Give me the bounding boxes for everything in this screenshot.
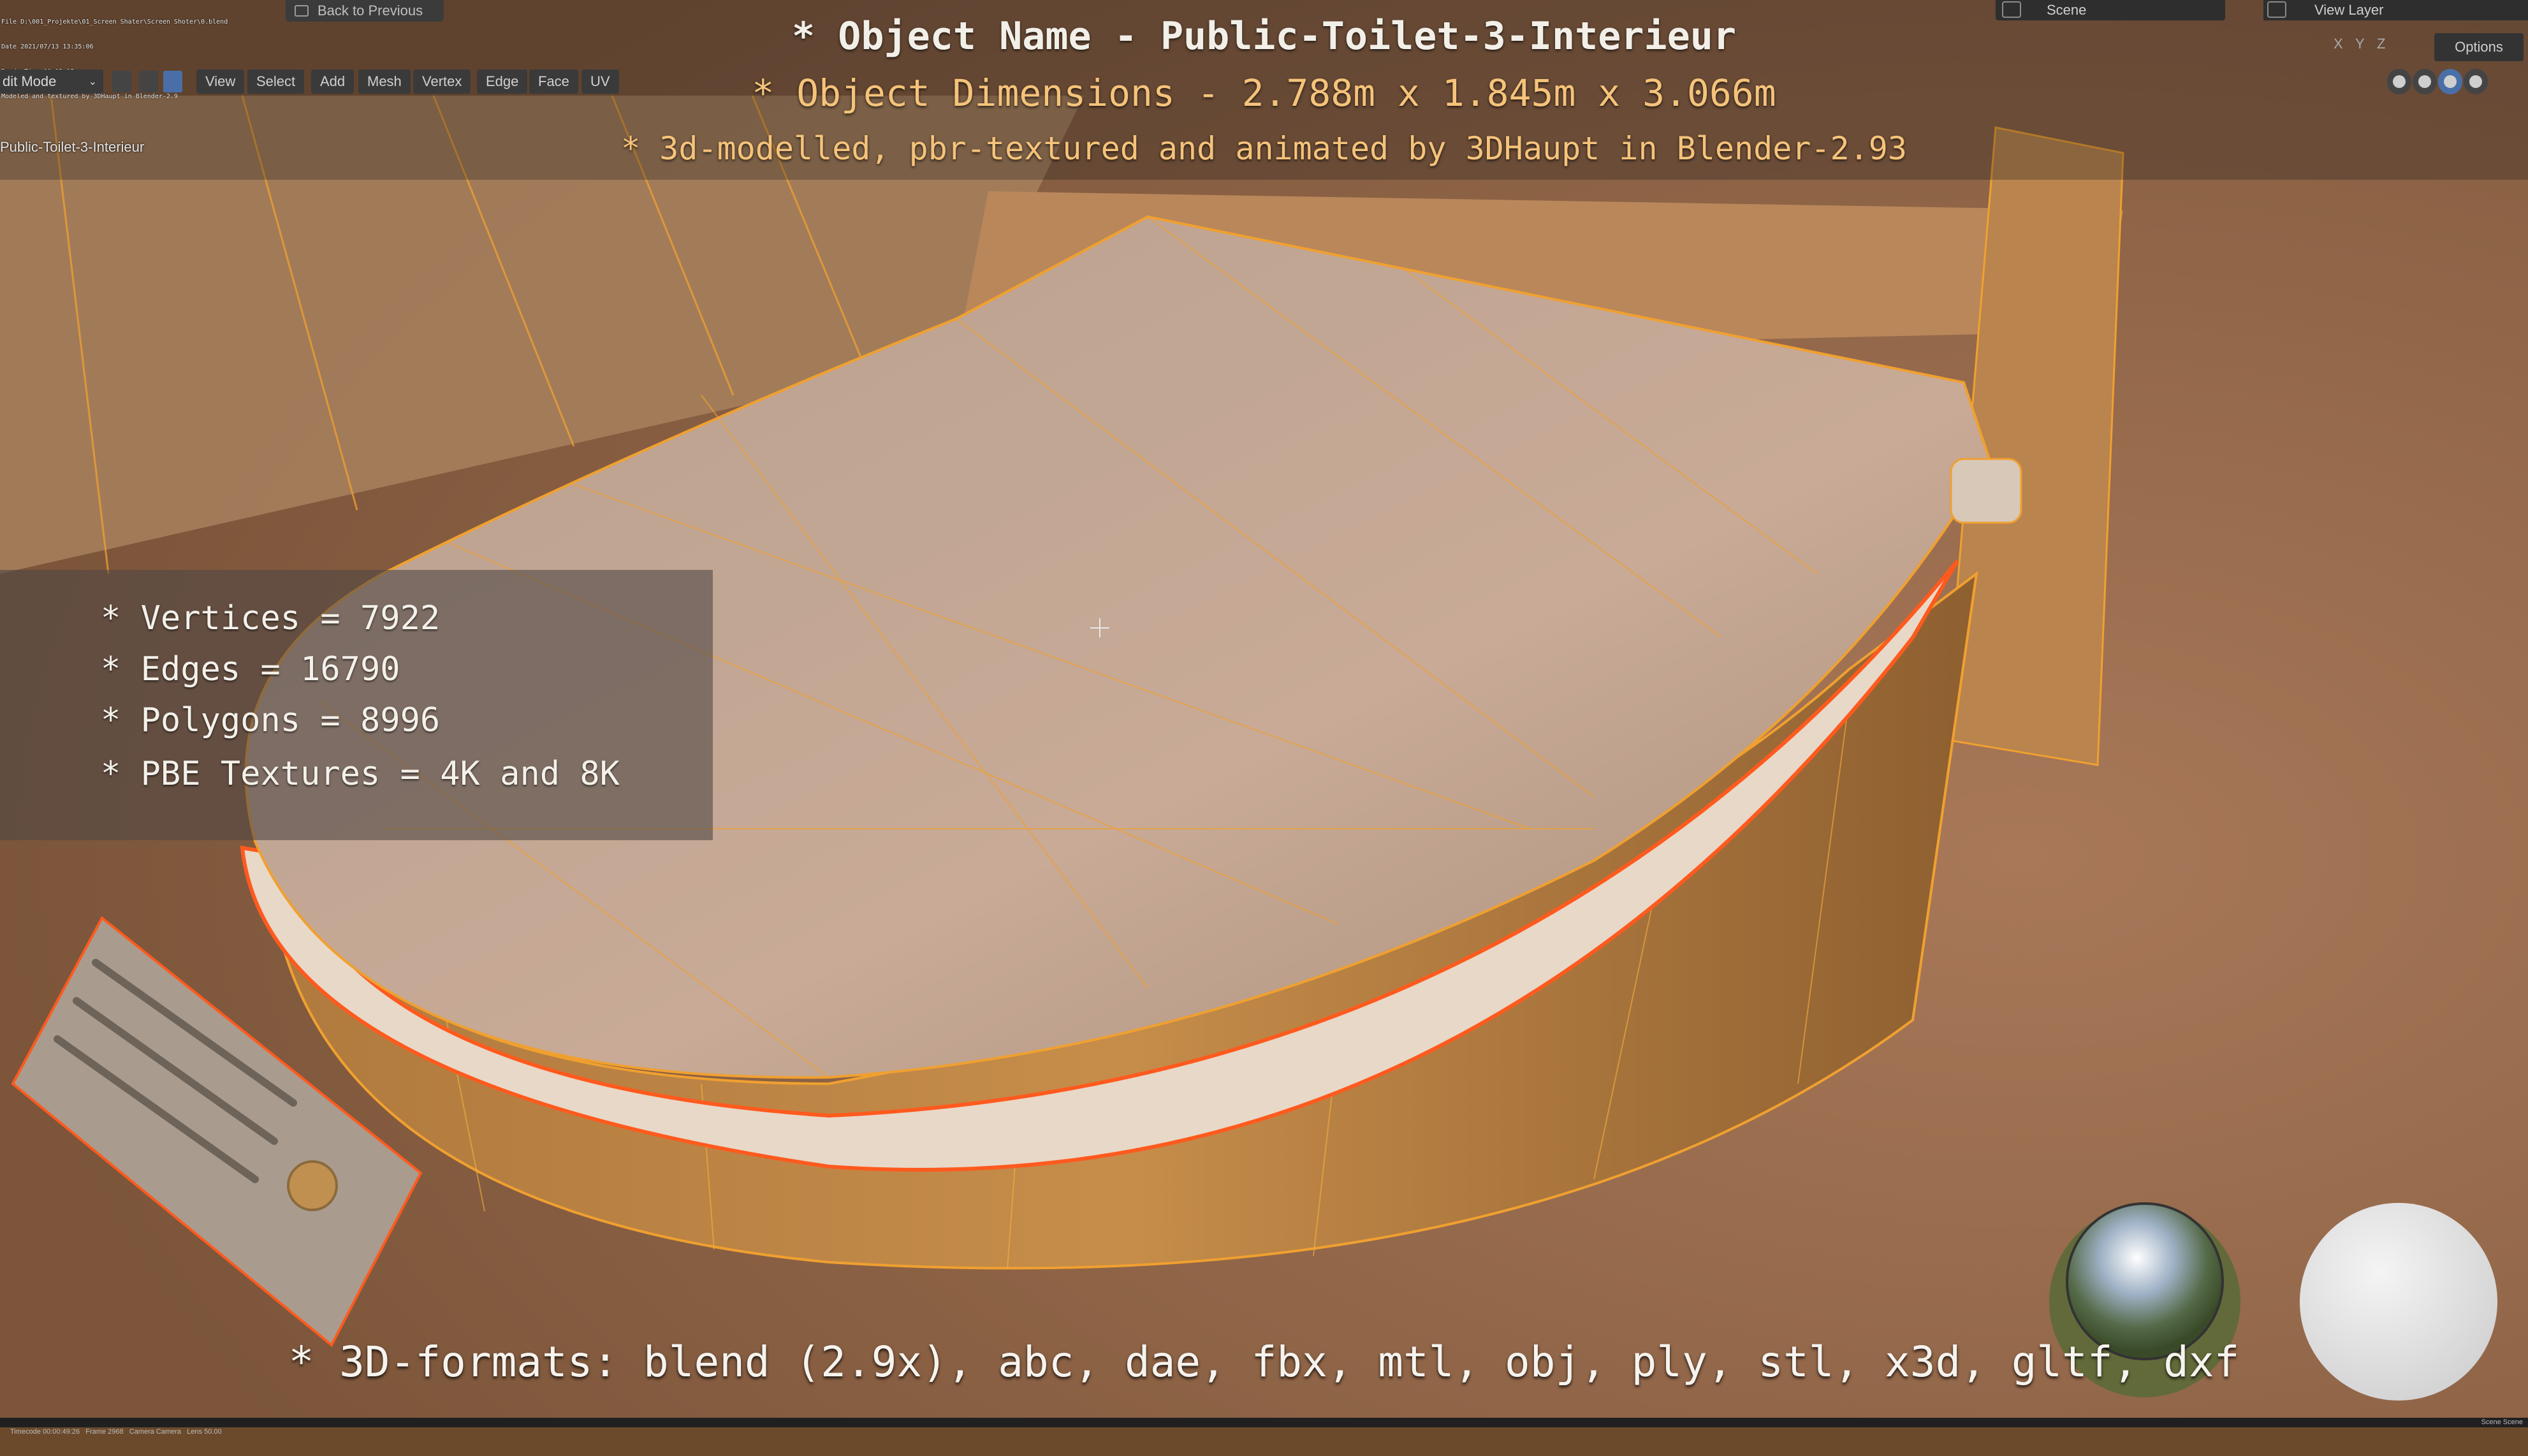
status-bar: Timecode 00:00:49:26 Frame 2968 Camera C… bbox=[0, 1418, 2528, 1436]
formats-text: * 3D-formats: blend (2.9x), abc, dae, fb… bbox=[288, 1337, 2240, 1387]
object-name-text: * Object Name - Public-Toilet-3-Interieu… bbox=[791, 14, 1737, 59]
object-dimensions-text: * Object Dimensions - 2.788m x 1.845m x … bbox=[752, 71, 1776, 115]
credits-text: * 3d-modelled, pbr-textured and animated… bbox=[621, 130, 1907, 167]
stat-edges: * Edges = 16790 bbox=[101, 650, 400, 688]
stat-polygons: * Polygons = 8996 bbox=[101, 701, 441, 739]
stats-panel: * Vertices = 7922 * Edges = 16790 * Poly… bbox=[0, 570, 713, 840]
cursor-crosshair-icon[interactable] bbox=[1090, 618, 1109, 637]
3d-viewport[interactable]: File D:\001_Projekte\01_Screen Shater\Sc… bbox=[0, 0, 2528, 1436]
status-right: Scene Scene bbox=[2481, 1418, 2523, 1426]
stat-textures: * PBE Textures = 4K and 8K bbox=[101, 755, 620, 793]
status-left: Timecode 00:00:49:26 Frame 2968 Camera C… bbox=[10, 1428, 222, 1436]
stat-vertices: * Vertices = 7922 bbox=[101, 599, 441, 637]
